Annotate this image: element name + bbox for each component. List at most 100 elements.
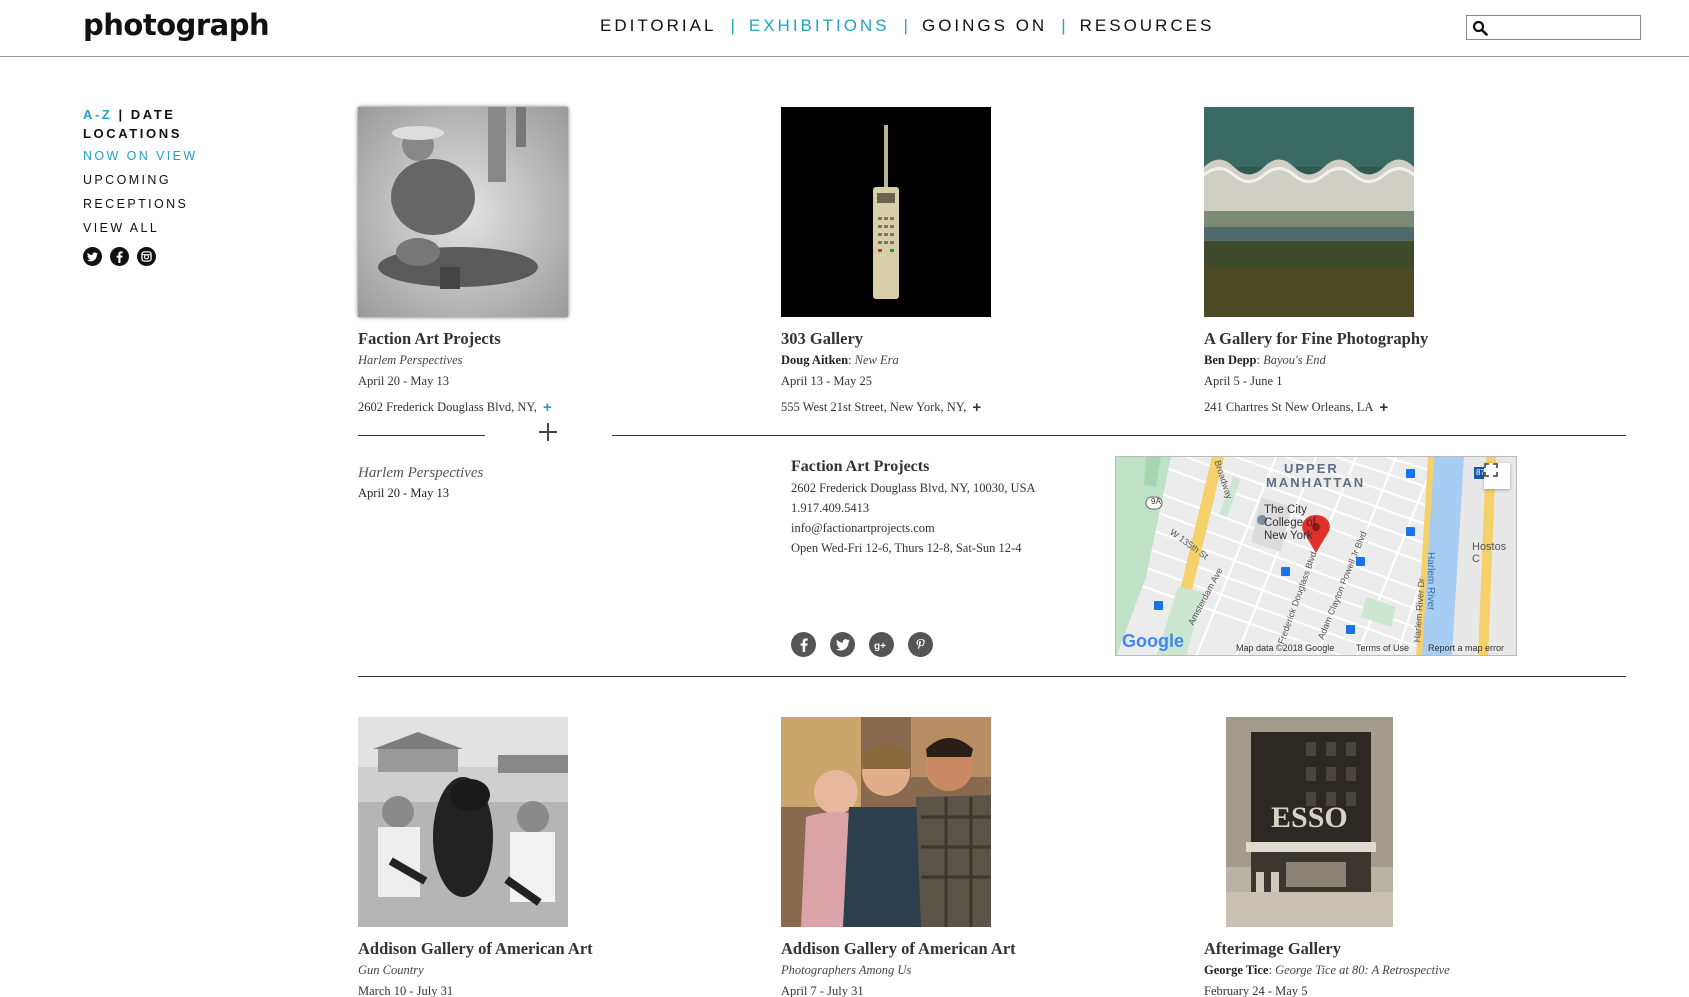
twitter-icon[interactable] [830, 632, 855, 657]
expand-button[interactable]: + [543, 399, 552, 416]
exhibition-dates: April 5 - June 1 [1204, 374, 1283, 388]
exhibition-title: George Tice: George Tice at 80: A Retros… [1204, 963, 1450, 977]
show-title[interactable]: New Era [855, 353, 899, 367]
location-map[interactable]: UPPER MANHATTAN The City College of New … [1115, 456, 1517, 656]
exhibition-thumbnail[interactable] [781, 717, 991, 927]
gallery-address: 2602 Frederick Douglass Blvd, NY, + [358, 399, 748, 416]
filter-now-on-view[interactable]: NOW ON VIEW [83, 149, 243, 173]
nav-resources[interactable]: RESOURCES [1080, 16, 1215, 36]
map-area-label: MANHATTAN [1266, 475, 1366, 490]
nav-goings-on[interactable]: GOINGS ON [922, 16, 1047, 36]
detail-exhibition: Harlem Perspectives April 20 - May 13 [358, 465, 483, 501]
share-buttons: g+ [791, 632, 933, 657]
gallery-address: 241 Chartres St New Orleans, LA + [1204, 399, 1594, 416]
map-place-label[interactable]: The City College of New York [1264, 504, 1338, 543]
facebook-icon[interactable] [110, 247, 129, 266]
filter-upcoming[interactable]: UPCOMING [83, 173, 243, 197]
gallery-name[interactable]: Afterimage Gallery [1204, 939, 1594, 959]
site-header: photograph EDITORIAL | EXHIBITIONS | GOI… [0, 0, 1689, 57]
filter-receptions[interactable]: RECEPTIONS [83, 197, 243, 221]
address-text: 555 West 21st Street, New York, NY, [781, 400, 967, 414]
detail-phone: 1.917.409.5413 [791, 501, 870, 515]
show-title[interactable]: Photographers Among Us [781, 963, 911, 977]
gallery-name[interactable]: Addison Gallery of American Art [781, 939, 1171, 959]
show-title[interactable]: Harlem Perspectives [358, 353, 462, 367]
gallery-name[interactable]: Faction Art Projects [358, 329, 748, 349]
fullscreen-icon [1484, 463, 1498, 477]
exhibition-card: Faction Art Projects Harlem Perspectives… [358, 107, 748, 416]
show-title[interactable]: George Tice at 80: A Retrospective [1275, 963, 1450, 977]
site-logo[interactable]: photograph [83, 8, 270, 42]
sort-date[interactable]: DATE [131, 107, 176, 122]
artist-name[interactable]: Doug Aitken [781, 353, 848, 367]
sort-options: A-Z | DATE [83, 107, 243, 126]
map-report-link[interactable]: Report a map error [1428, 643, 1504, 653]
exhibition-thumbnail[interactable] [1204, 107, 1414, 317]
exhibition-title: Ben Depp: Bayou's End [1204, 353, 1326, 367]
exhibition-dates: March 10 - July 31 [358, 984, 454, 997]
search-input[interactable] [1492, 17, 1642, 38]
nav-separator: | [1061, 16, 1066, 35]
collapse-button[interactable] [537, 421, 559, 443]
map-data-attribution: Map data ©2018 Google [1236, 643, 1335, 653]
sidebar: A-Z | DATE LOCATIONS NOW ON VIEW UPCOMING … [83, 107, 243, 266]
show-title[interactable]: Bayou's End [1263, 353, 1326, 367]
exhibition-thumbnail[interactable] [358, 717, 568, 927]
exhibition-card: 303 Gallery Doug Aitken: New Era April 1… [781, 107, 1171, 416]
search-icon[interactable] [1472, 20, 1488, 36]
exhibition-card: Addison Gallery of American Art Photogra… [781, 717, 1171, 997]
fullscreen-button[interactable] [1484, 463, 1510, 489]
exhibition-title: Harlem Perspectives [358, 353, 748, 368]
map-route-shield: 9A [1151, 497, 1161, 506]
svg-text:g+: g+ [874, 641, 886, 651]
exhibition-card: A Gallery for Fine Photography Ben Depp:… [1204, 107, 1594, 416]
detail-address: 2602 Frederick Douglass Blvd, NY, 10030,… [791, 481, 1036, 495]
twitter-icon[interactable] [83, 247, 102, 266]
detail-dates: April 20 - May 13 [358, 486, 449, 500]
gallery-name[interactable]: A Gallery for Fine Photography [1204, 329, 1594, 349]
nav-separator: | [730, 16, 735, 35]
nav-editorial[interactable]: EDITORIAL [600, 16, 716, 36]
search-box[interactable] [1466, 15, 1642, 40]
pinterest-icon[interactable] [908, 632, 933, 657]
nav-separator: | [903, 16, 908, 35]
detail-hours: Open Wed-Fri 12-6, Thurs 12-8, Sat-Sun 1… [791, 541, 1022, 555]
google-logo[interactable]: Google [1122, 631, 1184, 652]
detail-show-title[interactable]: Harlem Perspectives [358, 465, 483, 482]
detail-email[interactable]: info@factionartprojects.com [791, 521, 1036, 536]
exhibition-thumbnail[interactable] [358, 107, 568, 317]
social-links [83, 247, 243, 266]
facebook-icon[interactable] [791, 632, 816, 657]
sort-separator: | [118, 107, 125, 122]
expand-button[interactable]: + [1379, 399, 1388, 416]
exhibition-thumbnail[interactable] [781, 107, 991, 317]
exhibition-card: Addison Gallery of American Art Gun Coun… [358, 717, 748, 997]
address-text: 241 Chartres St New Orleans, LA [1204, 400, 1374, 414]
exhibition-thumbnail[interactable]: ESSO [1226, 717, 1393, 927]
gallery-name[interactable]: 303 Gallery [781, 329, 1171, 349]
nav-exhibitions[interactable]: EXHIBITIONS [749, 16, 890, 36]
gallery-name[interactable]: Addison Gallery of American Art [358, 939, 748, 959]
show-title[interactable]: Gun Country [358, 963, 424, 977]
exhibition-dates: April 7 - July 31 [781, 984, 864, 997]
divider [358, 676, 1626, 677]
divider [612, 435, 1626, 436]
detail-gallery-name[interactable]: Faction Art Projects [791, 458, 1036, 476]
sort-az[interactable]: A-Z [83, 107, 112, 122]
instagram-icon[interactable] [137, 247, 156, 266]
main-nav: EDITORIAL | EXHIBITIONS | GOINGS ON | RE… [600, 16, 1214, 36]
artist-name[interactable]: George Tice [1204, 963, 1268, 977]
sort-locations[interactable]: LOCATIONS [83, 126, 243, 149]
divider [358, 435, 485, 436]
map-area-label: UPPER [1284, 461, 1339, 476]
google-plus-icon[interactable]: g+ [869, 632, 894, 657]
exhibition-title: Gun Country [358, 963, 748, 978]
address-text: 2602 Frederick Douglass Blvd, NY, [358, 400, 537, 414]
esso-sign-text: ESSO [1271, 801, 1348, 834]
filter-view-all[interactable]: VIEW ALL [83, 221, 243, 245]
exhibition-dates: April 13 - May 25 [781, 374, 872, 388]
map-terms-link[interactable]: Terms of Use [1356, 643, 1409, 653]
expand-button[interactable]: + [972, 399, 981, 416]
artist-name[interactable]: Ben Depp [1204, 353, 1256, 367]
gallery-address: 555 West 21st Street, New York, NY, + [781, 399, 1171, 416]
